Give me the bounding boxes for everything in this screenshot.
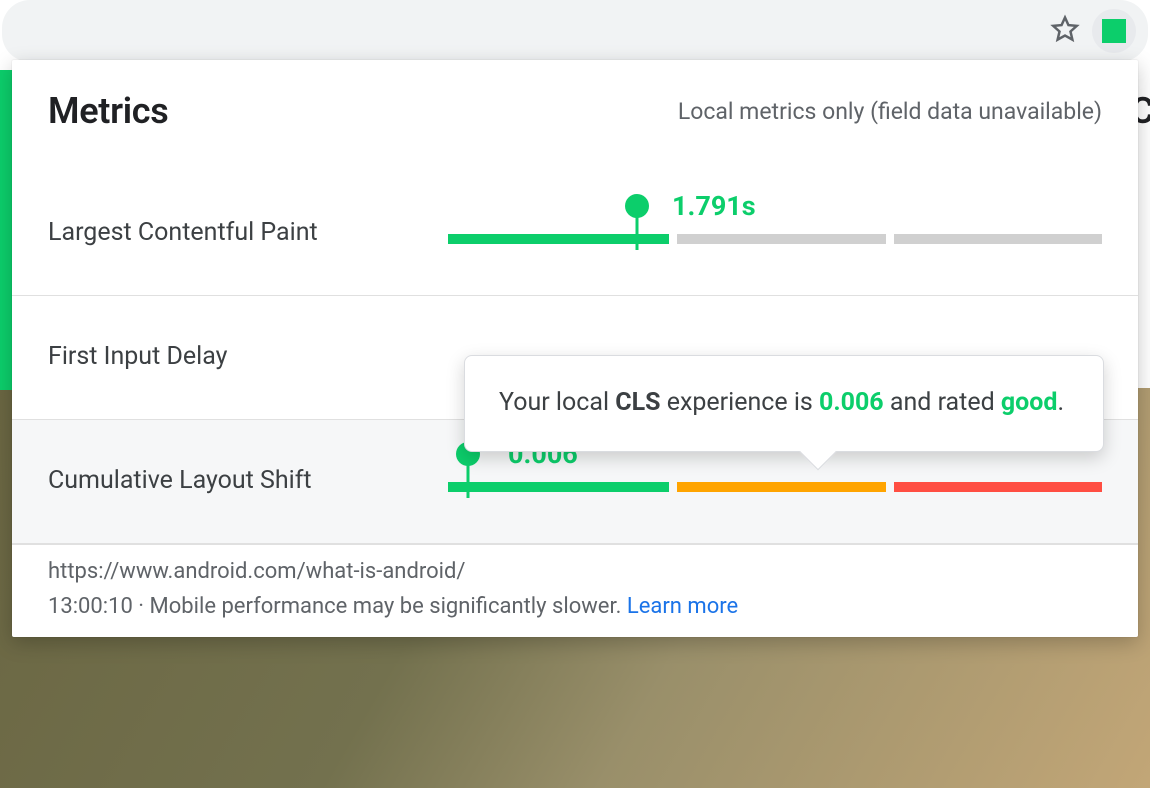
metric-row-lcp[interactable]: Largest Contentful Paint 1.791s [12, 172, 1138, 296]
extension-badge[interactable] [1092, 9, 1136, 53]
footer-url: https://www.android.com/what-is-android/ [48, 559, 1102, 584]
gauge-segment-grey [677, 234, 885, 244]
footer-time: 13:00:10 [48, 594, 133, 619]
footer-separator: · [133, 594, 150, 619]
page-background-stripe [0, 70, 12, 390]
gauge-track [448, 234, 1102, 244]
gauge-segment-needs-improvement [677, 482, 885, 492]
metric-label-cls: Cumulative Layout Shift [48, 438, 448, 495]
panel-footer: https://www.android.com/what-is-android/… [12, 544, 1138, 619]
browser-toolbar [2, 0, 1148, 62]
web-vitals-popup: Metrics Local metrics only (field data u… [12, 60, 1138, 637]
bookmark-star-icon[interactable] [1050, 14, 1080, 48]
metric-label-lcp: Largest Contentful Paint [48, 190, 448, 247]
gauge-track [448, 482, 1102, 492]
metric-value-lcp: 1.791s [672, 190, 756, 222]
metric-label-fid: First Input Delay [48, 314, 448, 371]
panel-subtitle: Local metrics only (field data unavailab… [678, 98, 1102, 125]
panel-header: Metrics Local metrics only (field data u… [12, 60, 1138, 172]
tooltip-text-prefix: Your local [499, 388, 615, 417]
gauge-segment-poor [894, 482, 1102, 492]
cls-tooltip: Your local CLS experience is 0.006 and r… [464, 355, 1104, 452]
footer-note-line: 13:00:10 · Mobile performance may be sig… [48, 594, 1102, 619]
gauge-segment-good [448, 482, 669, 492]
extension-status-icon [1102, 19, 1126, 43]
tooltip-text-mid: experience is [661, 388, 820, 417]
tooltip-text-mid2: and rated [884, 388, 1001, 417]
tooltip-abbr: CLS [615, 388, 660, 417]
metric-gauge-lcp: 1.791s [448, 194, 1102, 244]
learn-more-link[interactable]: Learn more [627, 594, 738, 619]
footer-note: Mobile performance may be significantly … [150, 594, 622, 619]
gauge-segment-grey [894, 234, 1102, 244]
tooltip-value: 0.006 [819, 388, 884, 417]
panel-title: Metrics [48, 90, 168, 132]
gauge-marker-icon [625, 194, 649, 218]
tooltip-text-suffix: . [1057, 388, 1064, 417]
tooltip-rating: good [1001, 388, 1058, 417]
